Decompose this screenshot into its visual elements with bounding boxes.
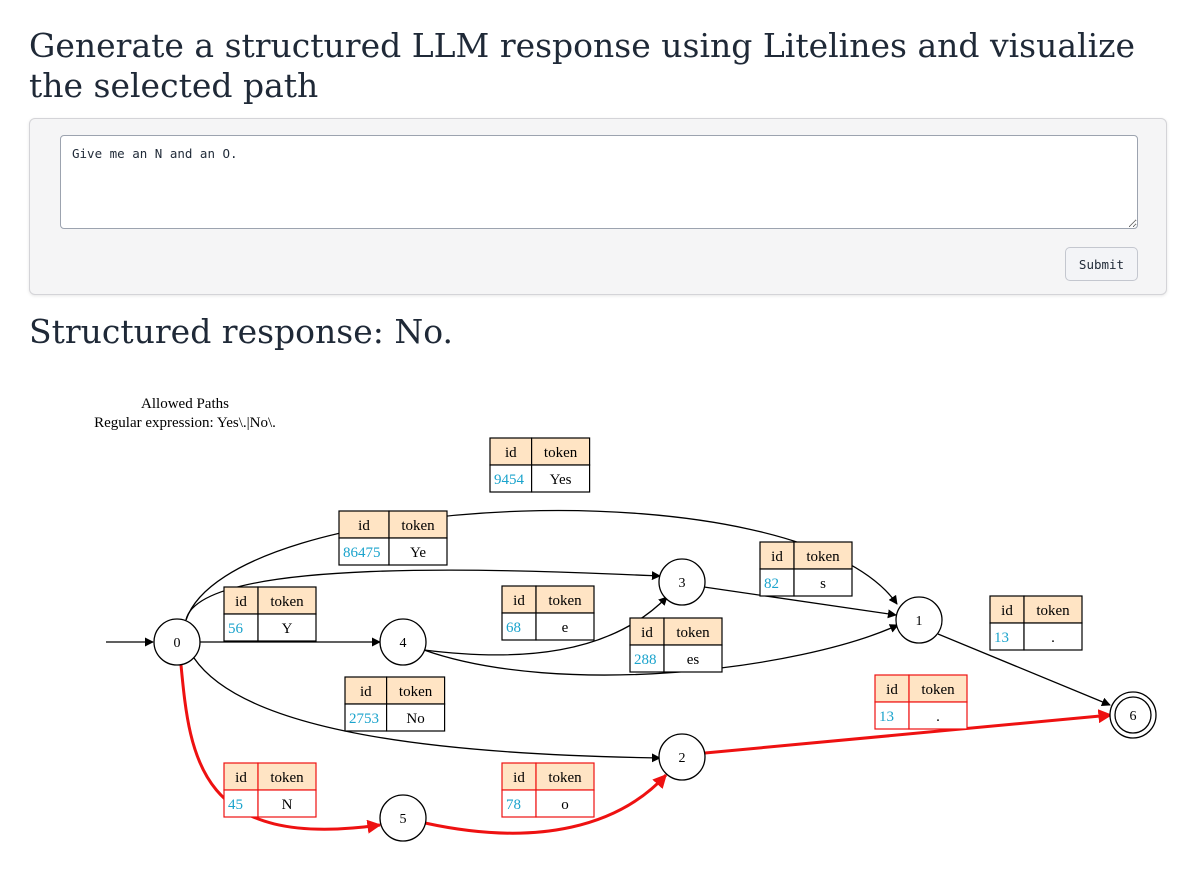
token-header: token xyxy=(270,770,304,786)
token-text-value: . xyxy=(936,709,940,725)
id-header: id xyxy=(513,770,525,786)
state-node-5: 5 xyxy=(379,794,427,842)
token-header: token xyxy=(544,445,578,461)
id-header: id xyxy=(358,518,370,534)
id-header: id xyxy=(1001,603,1013,619)
token-label-0-5: id token 45 N xyxy=(223,762,317,818)
token-header: token xyxy=(806,549,840,565)
prompt-form: Give me an N and an O. Submit xyxy=(29,118,1167,295)
state-node-4: 4 xyxy=(379,618,427,666)
token-header: token xyxy=(399,684,433,700)
state-label-3: 3 xyxy=(679,576,686,591)
token-text-value: No xyxy=(406,711,424,727)
token-label-4-3: id token 68 e xyxy=(501,585,595,641)
token-text-value: es xyxy=(687,652,700,668)
page-title: Generate a structured LLM response using… xyxy=(29,26,1136,105)
token-label-4-1: id token 288 es xyxy=(629,617,723,673)
token-label-0-2: id token 2753 No xyxy=(344,676,446,732)
id-header: id xyxy=(360,684,372,700)
state-node-2: 2 xyxy=(658,733,706,781)
token-id-value: 9454 xyxy=(494,472,525,488)
token-text-value: Yes xyxy=(550,472,572,488)
id-header: id xyxy=(235,594,247,610)
token-id-value: 82 xyxy=(764,576,779,592)
token-header: token xyxy=(1036,603,1070,619)
token-header: token xyxy=(548,770,582,786)
state-node-6: 6 xyxy=(1109,691,1157,739)
token-id-value: 86475 xyxy=(343,545,381,561)
token-header: token xyxy=(548,593,582,609)
structured-response-heading: Structured response: No. xyxy=(29,312,454,351)
state-label-2: 2 xyxy=(679,751,686,766)
token-header: token xyxy=(401,518,435,534)
token-label-2-6: id token 13. xyxy=(874,674,968,730)
token-label-0-4: id token 56 Y xyxy=(223,586,317,642)
token-label-3-1: id token 82 s xyxy=(759,541,853,597)
id-header: id xyxy=(886,682,898,698)
state-label-5: 5 xyxy=(400,812,407,827)
id-header: id xyxy=(505,445,517,461)
token-id-value: 2753 xyxy=(349,711,379,727)
token-label-0-1: id token 9454 Yes xyxy=(489,437,591,493)
state-node-1: 1 xyxy=(895,596,943,644)
id-header: id xyxy=(771,549,783,565)
token-id-value: 288 xyxy=(634,652,657,668)
state-label-6: 6 xyxy=(1130,709,1137,724)
submit-button[interactable]: Submit xyxy=(1065,247,1138,281)
token-label-1-6: id token 13. xyxy=(989,595,1083,651)
token-text-value: . xyxy=(1051,630,1055,646)
token-text-value: Ye xyxy=(410,545,426,561)
state-node-0: 0 xyxy=(153,618,201,666)
token-text-value: o xyxy=(561,797,569,813)
graph-regex: Regular expression: Yes\.|No\. xyxy=(94,415,276,431)
id-header: id xyxy=(235,770,247,786)
token-text-value: e xyxy=(562,620,569,636)
state-node-3: 3 xyxy=(658,558,706,606)
token-text-value: s xyxy=(820,576,826,592)
token-id-value: 68 xyxy=(506,620,521,636)
id-header: id xyxy=(513,593,525,609)
graph-title: Allowed Paths xyxy=(141,396,229,412)
token-id-value: 13 xyxy=(879,709,894,725)
token-header: token xyxy=(676,625,710,641)
state-label-4: 4 xyxy=(400,636,407,651)
state-label-0: 0 xyxy=(174,636,181,651)
id-header: id xyxy=(641,625,653,641)
token-id-value: 13 xyxy=(994,630,1009,646)
token-text-value: Y xyxy=(282,621,293,637)
token-label-0-3: id token 86475 Ye xyxy=(338,510,448,566)
token-label-5-2: id token 78 o xyxy=(501,762,595,818)
prompt-input[interactable]: Give me an N and an O. xyxy=(60,135,1138,229)
state-label-1: 1 xyxy=(916,614,923,629)
token-id-value: 56 xyxy=(228,621,244,637)
token-id-value: 78 xyxy=(506,797,521,813)
token-text-value: N xyxy=(282,797,293,813)
token-header: token xyxy=(270,594,304,610)
allowed-paths-graph: Allowed Paths Regular expression: Yes\.|… xyxy=(94,396,1157,842)
token-id-value: 45 xyxy=(228,797,243,813)
token-header: token xyxy=(921,682,955,698)
